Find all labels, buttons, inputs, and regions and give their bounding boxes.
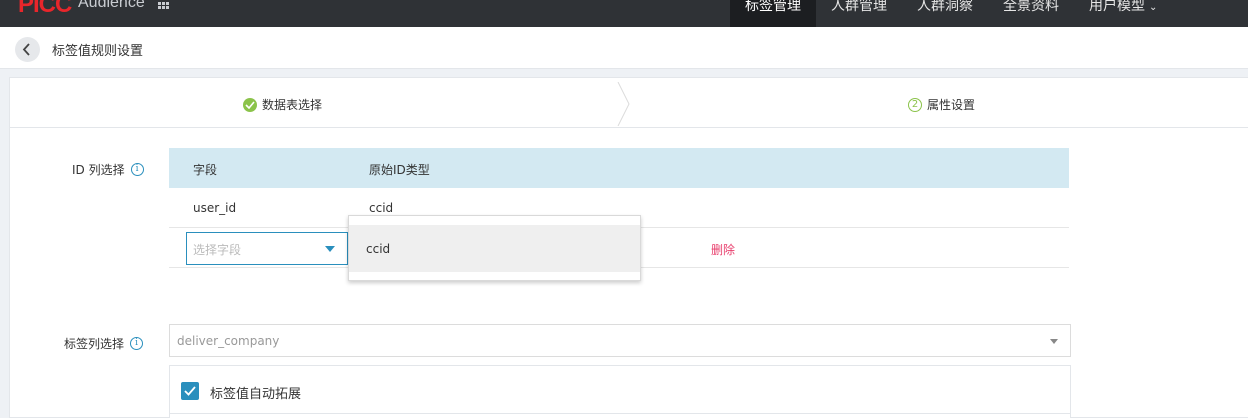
check-circle-icon: [243, 97, 257, 112]
nav-item-crowd-insight[interactable]: 人群洞察: [902, 0, 988, 27]
tag-column-value: deliver_company: [177, 334, 280, 348]
nav-item-label: 标签管理: [745, 0, 801, 14]
column-header-field: 字段: [193, 163, 218, 177]
step-number: 2: [908, 97, 922, 112]
top-nav-bar: PICC Audience 标签管理 人群管理 人群洞察 全景资料 用户模型 ⌄: [0, 0, 1248, 27]
check-icon: [184, 386, 196, 396]
nav-item-label: 全景资料: [1003, 0, 1059, 14]
grid-icon[interactable]: [158, 2, 170, 10]
tag-column-label: 标签列选择 i: [64, 335, 144, 352]
page-title: 标签值规则设置: [52, 44, 144, 59]
info-icon[interactable]: i: [130, 163, 144, 176]
divider: [170, 413, 1070, 414]
auto-expand-checkbox[interactable]: [181, 382, 199, 400]
field-select-placeholder: 选择字段: [193, 243, 242, 257]
main-nav: 标签管理 人群管理 人群洞察 全景资料 用户模型 ⌄: [730, 0, 1172, 27]
id-type-dropdown: ccid: [348, 215, 641, 281]
table-header: 字段 原始ID类型: [169, 148, 1069, 188]
field-label-text: ID 列选择: [72, 163, 125, 177]
caret-down-icon: [1050, 339, 1058, 344]
id-column-label: ID 列选择 i: [72, 161, 144, 178]
cell-field: user_id: [193, 201, 237, 215]
dropdown-option[interactable]: ccid: [349, 225, 640, 272]
field-select[interactable]: 选择字段: [186, 232, 348, 265]
nav-item-user-model[interactable]: 用户模型 ⌄: [1074, 0, 1172, 27]
nav-item-label: 人群管理: [831, 0, 887, 14]
caret-down-icon: [325, 246, 335, 252]
page-header: 标签值规则设置: [0, 27, 1248, 69]
field-label-text: 标签列选择: [64, 337, 125, 351]
step-indicator: 数据表选择 2 属性设置: [10, 78, 1248, 128]
info-icon[interactable]: i: [130, 337, 144, 350]
step-label: 属性设置: [927, 98, 976, 112]
brand-logo[interactable]: PICC: [18, 0, 72, 19]
chevron-down-icon: ⌄: [1149, 2, 1158, 13]
step-label: 数据表选择: [262, 98, 323, 112]
nav-item-label: 用户模型: [1089, 0, 1145, 14]
chevron-left-icon: [22, 43, 30, 56]
tag-column-select[interactable]: deliver_company: [169, 324, 1071, 357]
delete-link[interactable]: 删除: [711, 241, 735, 258]
app-name: Audience: [78, 0, 145, 11]
nav-item-tag-management[interactable]: 标签管理: [730, 0, 816, 27]
auto-expand-label: 标签值自动拓展: [210, 387, 302, 402]
column-header-id-type: 原始ID类型: [369, 163, 430, 177]
step-data-table[interactable]: 数据表选择: [243, 96, 322, 113]
nav-item-panorama[interactable]: 全景资料: [988, 0, 1074, 27]
cell-id-type: ccid: [369, 201, 394, 215]
auto-expand-box: 标签值自动拓展: [169, 365, 1071, 418]
step-separator-chevron: [617, 82, 630, 126]
back-button[interactable]: [15, 37, 40, 62]
nav-item-crowd-management[interactable]: 人群管理: [816, 0, 902, 27]
step-attribute-settings[interactable]: 2 属性设置: [908, 96, 975, 113]
nav-item-label: 人群洞察: [917, 0, 973, 14]
